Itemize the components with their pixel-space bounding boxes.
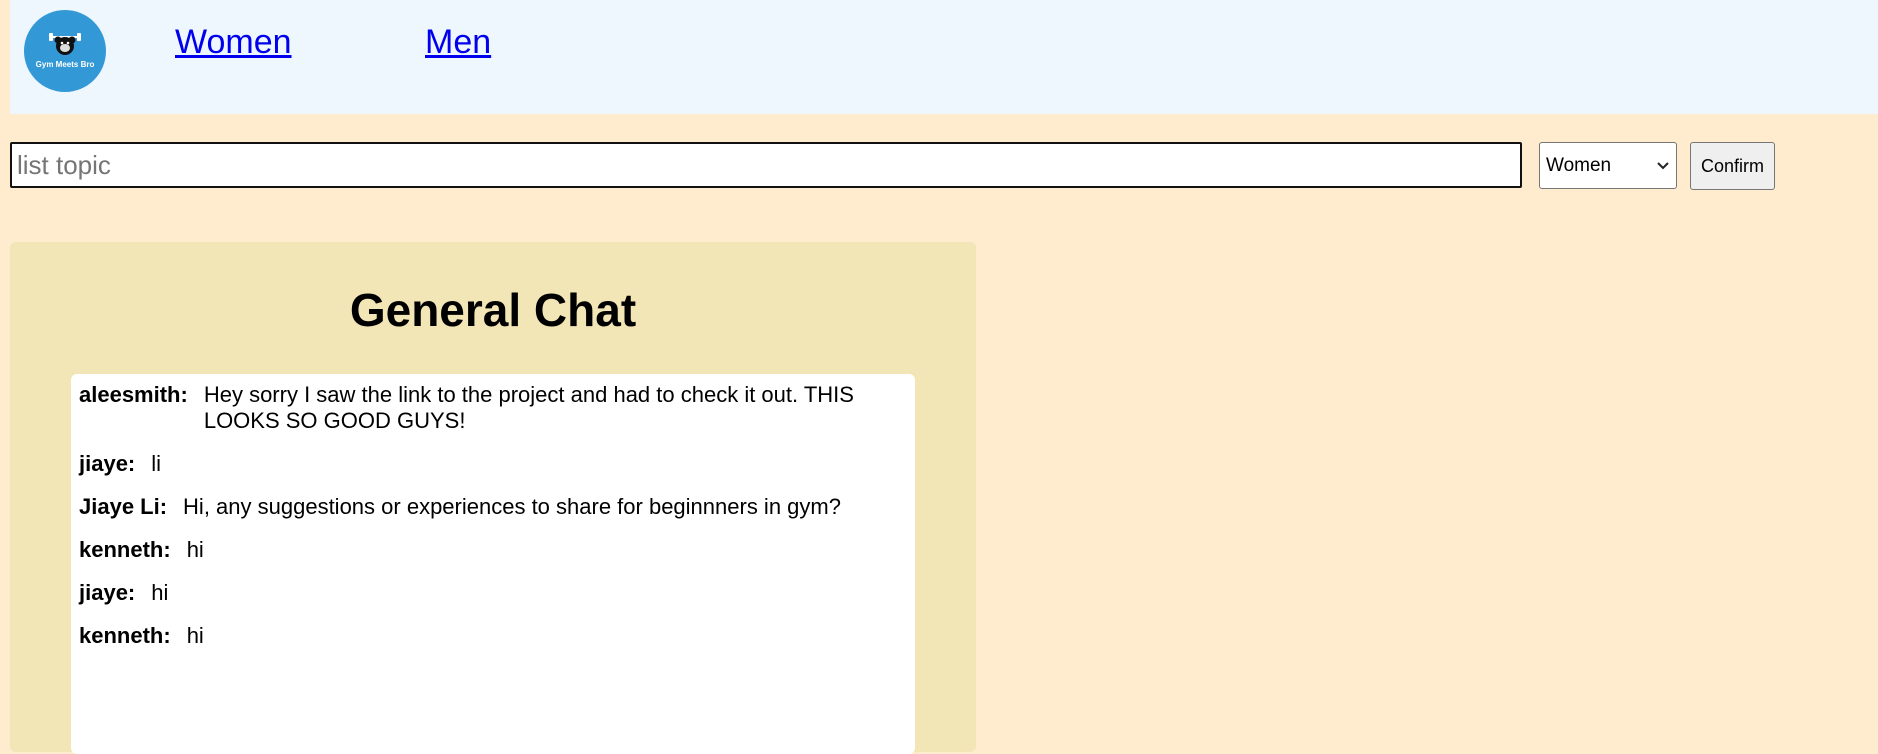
logo-text: Gym Meets Bro (35, 59, 95, 69)
message-username: kenneth: (79, 623, 171, 648)
message-username: jiaye: (79, 580, 136, 605)
site-header: Gym Meets Bro Women Men (10, 0, 1878, 114)
chat-message: kenneth: hi (71, 623, 915, 649)
nav-link-men[interactable]: Men (425, 20, 491, 64)
message-text: Hi, any suggestions or experiences to sh… (183, 494, 841, 519)
chat-message: jiaye: hi (71, 580, 915, 606)
message-text: hi (151, 580, 169, 605)
message-text: li (151, 451, 162, 476)
chat-title: General Chat (349, 284, 637, 336)
message-username: Jiaye Li: (79, 494, 168, 519)
chat-message: aleesmith: Hey sorry I saw the link to t… (71, 382, 915, 434)
chevron-down-icon (1656, 158, 1670, 174)
category-select[interactable]: Women (1539, 142, 1677, 189)
message-username: kenneth: (79, 537, 171, 562)
message-username: jiaye: (79, 451, 136, 476)
message-username: aleesmith: (79, 382, 188, 407)
gorilla-dumbbell-icon (49, 32, 81, 55)
site-logo[interactable]: Gym Meets Bro (24, 10, 106, 92)
message-text: Hey sorry I saw the link to the project … (203, 382, 854, 433)
topic-input[interactable] (10, 142, 1522, 188)
confirm-button[interactable]: Confirm (1690, 142, 1775, 190)
category-select-value: Women (1546, 154, 1612, 176)
chat-message: kenneth: hi (71, 537, 915, 563)
nav-link-women[interactable]: Women (175, 20, 292, 64)
chat-message-list[interactable]: aleesmith: Hey sorry I saw the link to t… (71, 374, 915, 754)
message-text: hi (186, 537, 204, 562)
chat-message: Jiaye Li: Hi, any suggestions or experie… (71, 494, 915, 520)
message-text: hi (186, 623, 204, 648)
chat-message: jiaye: li (71, 451, 915, 477)
